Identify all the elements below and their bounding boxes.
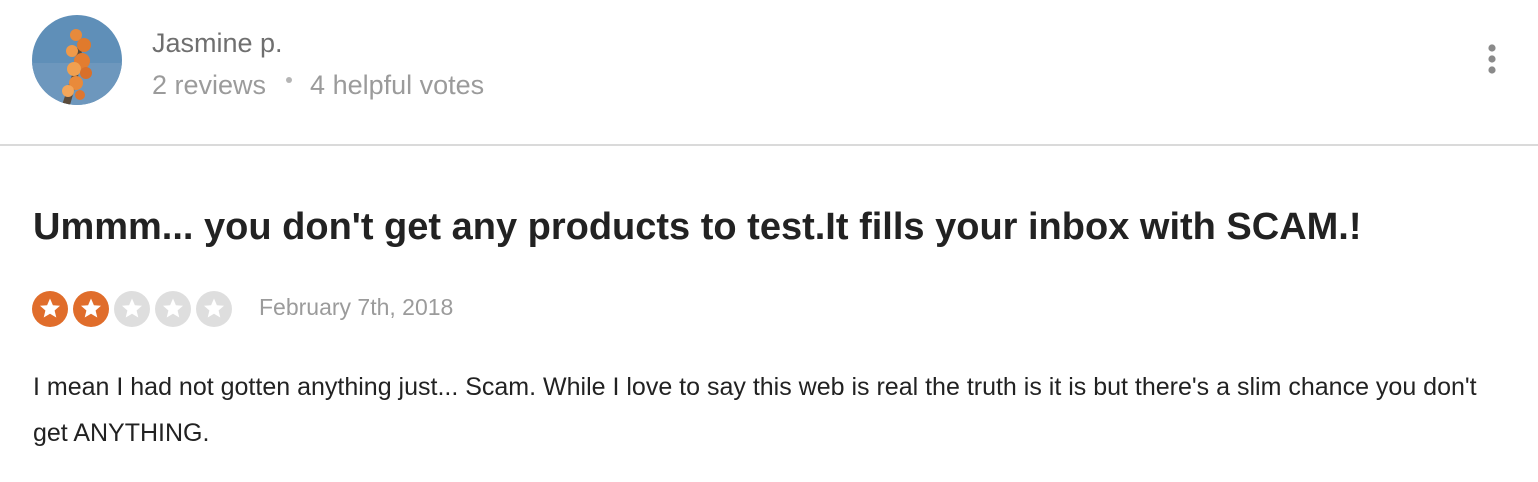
avatar[interactable] (32, 15, 122, 105)
star-icon (114, 291, 150, 327)
avatar-image (32, 15, 122, 105)
star-icon (73, 291, 109, 327)
review-date: February 7th, 2018 (259, 293, 454, 320)
star-icon (32, 291, 68, 327)
review-body: I mean I had not gotten anything just...… (33, 373, 1477, 447)
star-icon (155, 291, 191, 327)
star-rating (32, 291, 237, 327)
more-options-button[interactable] (1476, 40, 1508, 80)
reviewer-name[interactable]: Jasmine p. (152, 26, 283, 60)
more-vertical-icon (1488, 44, 1496, 74)
review-title: Ummm... you don't get any products to te… (33, 206, 1362, 248)
reviewer-stats: 2 reviews 4 helpful votes (152, 68, 484, 102)
stats-separator-dot (286, 77, 293, 83)
review-count: 2 reviews (152, 70, 267, 100)
reviewer-header: Jasmine p. 2 reviews 4 helpful votes (0, 0, 1538, 146)
rating-row: February 7th, 2018 (32, 290, 453, 328)
helpful-votes-count: 4 helpful votes (310, 70, 485, 100)
star-icon (196, 291, 232, 327)
review-card: Jasmine p. 2 reviews 4 helpful votes Umm… (0, 0, 1538, 482)
